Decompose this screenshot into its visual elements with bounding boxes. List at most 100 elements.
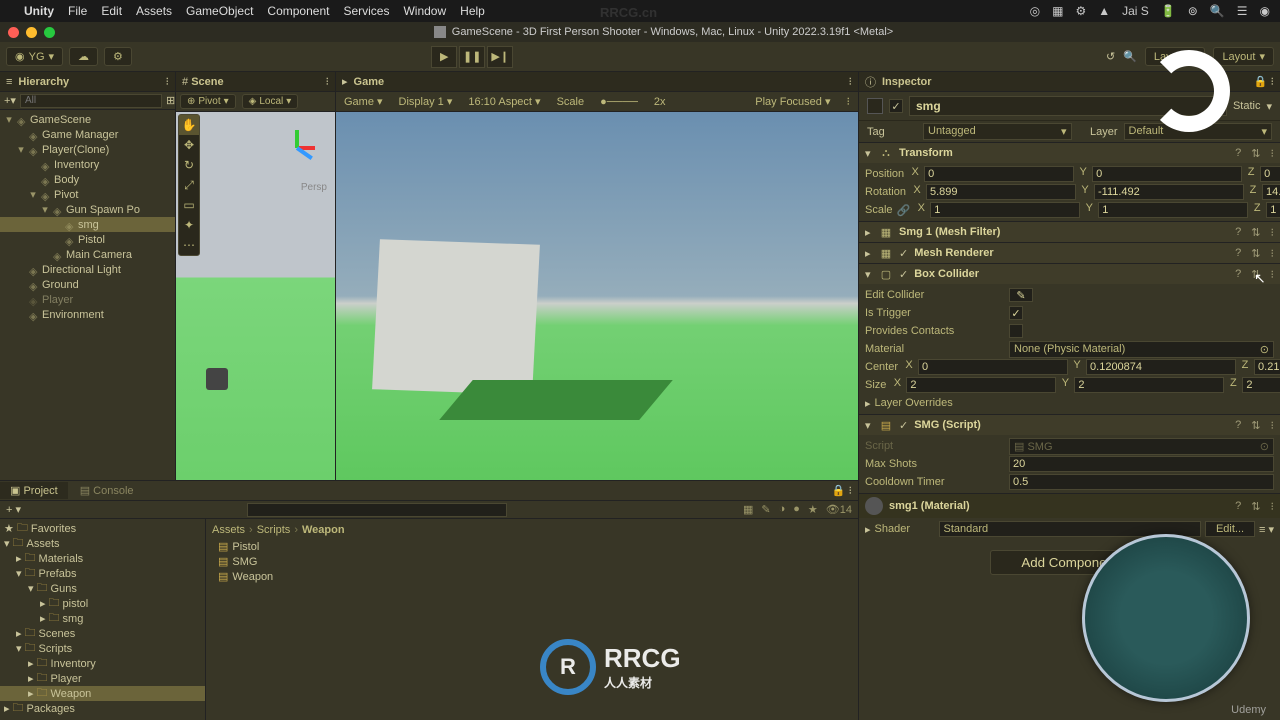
- pivot-toggle[interactable]: ⊕Pivot▾: [180, 94, 236, 109]
- app-name[interactable]: Unity: [24, 4, 54, 18]
- close-button[interactable]: [8, 27, 19, 38]
- hierarchy-node[interactable]: Game Manager: [0, 127, 175, 142]
- visibility-icon[interactable]: ◑: [779, 503, 786, 516]
- crumb[interactable]: Assets: [212, 524, 245, 536]
- lock-icon[interactable]: ⁝: [166, 75, 170, 88]
- hierarchy-node[interactable]: smg: [0, 217, 175, 232]
- scale-x[interactable]: [930, 202, 1080, 218]
- panel-menu[interactable]: 🔒 ⁝: [832, 484, 858, 497]
- hierarchy-node[interactable]: Body: [0, 172, 175, 187]
- project-tree-node[interactable]: ▾🗀Prefabs: [0, 566, 205, 581]
- project-search[interactable]: [247, 503, 507, 517]
- menu-file[interactable]: File: [68, 4, 87, 18]
- undo-history-icon[interactable]: ↺: [1106, 50, 1115, 63]
- hierarchy-node[interactable]: Player: [0, 292, 175, 307]
- help-icon[interactable]: ?: [1235, 419, 1241, 431]
- hierarchy-node[interactable]: ▾Pivot: [0, 187, 175, 202]
- move-tool[interactable]: ✥: [179, 135, 199, 155]
- project-item[interactable]: ▤Weapon: [212, 569, 852, 584]
- play-button[interactable]: ▶: [431, 46, 457, 68]
- custom-tool[interactable]: ⋯: [179, 235, 199, 255]
- project-tree-node[interactable]: ▸🗀Player: [0, 671, 205, 686]
- edit-button[interactable]: Edit...: [1205, 521, 1255, 537]
- maximize-button[interactable]: [44, 27, 55, 38]
- scene-object[interactable]: [206, 368, 228, 390]
- hierarchy-search[interactable]: [20, 94, 162, 108]
- foldout[interactable]: ▸: [865, 523, 871, 536]
- gameobject-icon[interactable]: [867, 98, 883, 114]
- pause-button[interactable]: ❚❚: [459, 46, 485, 68]
- display-dropdown[interactable]: Display 1 ▾: [399, 95, 453, 108]
- tray-icon[interactable]: ▲: [1098, 4, 1110, 18]
- project-tree-node[interactable]: ▸🗀Weapon: [0, 686, 205, 701]
- menu-window[interactable]: Window: [403, 4, 446, 18]
- menu-icon[interactable]: ≡ ▾: [1259, 523, 1274, 536]
- foldout[interactable]: ▸: [865, 247, 873, 260]
- hidden-count[interactable]: 👁14: [826, 503, 852, 516]
- menu-help[interactable]: Help: [460, 4, 485, 18]
- add-button[interactable]: + ▾: [6, 503, 21, 516]
- position-x[interactable]: [924, 166, 1074, 182]
- scale-tool[interactable]: ⤢: [179, 175, 199, 195]
- menu-icon[interactable]: ⁝: [1271, 147, 1275, 160]
- play-focus-dropdown[interactable]: Play Focused ▾: [755, 95, 830, 108]
- enabled-checkbox[interactable]: ✓: [899, 419, 908, 432]
- game-viewport[interactable]: [336, 112, 858, 480]
- hierarchy-node[interactable]: Environment: [0, 307, 175, 322]
- tab-console[interactable]: ▤ Console: [70, 482, 144, 499]
- wifi-icon[interactable]: ⊚: [1188, 4, 1198, 18]
- preset-icon[interactable]: ⇅: [1251, 247, 1260, 260]
- menu-icon[interactable]: ⁝: [1271, 419, 1275, 432]
- tab-project[interactable]: ▣ Project: [0, 482, 68, 499]
- minimize-button[interactable]: [26, 27, 37, 38]
- link-icon[interactable]: 🔗: [897, 204, 911, 217]
- scale-z[interactable]: [1266, 202, 1280, 218]
- tray-user[interactable]: Jai S: [1122, 4, 1149, 18]
- favorite-icon[interactable]: ✎: [761, 503, 770, 516]
- crumb[interactable]: Weapon: [302, 524, 345, 536]
- menu-icon[interactable]: ⁝: [1271, 247, 1275, 260]
- hierarchy-node[interactable]: ▾Gun Spawn Po: [0, 202, 175, 217]
- filter-icon[interactable]: ⊞: [166, 94, 175, 107]
- max-shots-input[interactable]: [1009, 456, 1274, 472]
- scale-slider[interactable]: ●────: [600, 96, 638, 108]
- star-icon[interactable]: ★: [808, 503, 818, 516]
- hierarchy-node[interactable]: ▾Player(Clone): [0, 142, 175, 157]
- enabled-checkbox[interactable]: ✓: [899, 268, 908, 281]
- center-x[interactable]: [918, 359, 1068, 375]
- menu-services[interactable]: Services: [343, 4, 389, 18]
- is-trigger-checkbox[interactable]: ✓: [1009, 306, 1023, 320]
- menu-gameobject[interactable]: GameObject: [186, 4, 253, 18]
- size-y[interactable]: [1074, 377, 1224, 393]
- project-item[interactable]: ▤Pistol: [212, 539, 852, 554]
- battery-icon[interactable]: 🔋: [1161, 4, 1176, 18]
- menu-assets[interactable]: Assets: [136, 4, 172, 18]
- menu-edit[interactable]: Edit: [101, 4, 122, 18]
- help-icon[interactable]: ?: [1235, 147, 1241, 159]
- search-icon[interactable]: 🔍: [1123, 50, 1137, 63]
- rect-tool[interactable]: ▭: [179, 195, 199, 215]
- menu-icon[interactable]: ⁝: [1271, 500, 1275, 513]
- cloud-button[interactable]: ☁: [69, 47, 98, 66]
- position-y[interactable]: [1092, 166, 1242, 182]
- preset-icon[interactable]: ⇅: [1251, 268, 1260, 281]
- space-toggle[interactable]: ◈Local▾: [242, 94, 299, 109]
- orientation-gizmo[interactable]: [277, 126, 321, 170]
- help-icon[interactable]: ?: [1235, 226, 1241, 238]
- control-center-icon[interactable]: ☰: [1237, 4, 1248, 18]
- step-button[interactable]: ▶❙: [487, 46, 513, 68]
- scene-viewport[interactable]: ✋ ✥ ↻ ⤢ ▭ ✦ ⋯ Persp: [176, 112, 335, 480]
- project-tree-node[interactable]: ▸🗀pistol: [0, 596, 205, 611]
- help-icon[interactable]: ?: [1235, 247, 1241, 259]
- hierarchy-node[interactable]: Pistol: [0, 232, 175, 247]
- crumb[interactable]: Scripts: [257, 524, 291, 536]
- persp-label[interactable]: Persp: [301, 182, 327, 193]
- preset-icon[interactable]: ⇅: [1251, 226, 1260, 239]
- project-tree-node[interactable]: ▸🗀Packages: [0, 701, 205, 716]
- rotation-z[interactable]: [1262, 184, 1280, 200]
- filter-icon[interactable]: ▦: [743, 503, 753, 516]
- edit-collider-button[interactable]: ✎: [1009, 288, 1033, 302]
- project-tree-node[interactable]: ▾🗀Guns: [0, 581, 205, 596]
- cooldown-input[interactable]: [1009, 474, 1274, 490]
- foldout[interactable]: ▸: [865, 397, 871, 410]
